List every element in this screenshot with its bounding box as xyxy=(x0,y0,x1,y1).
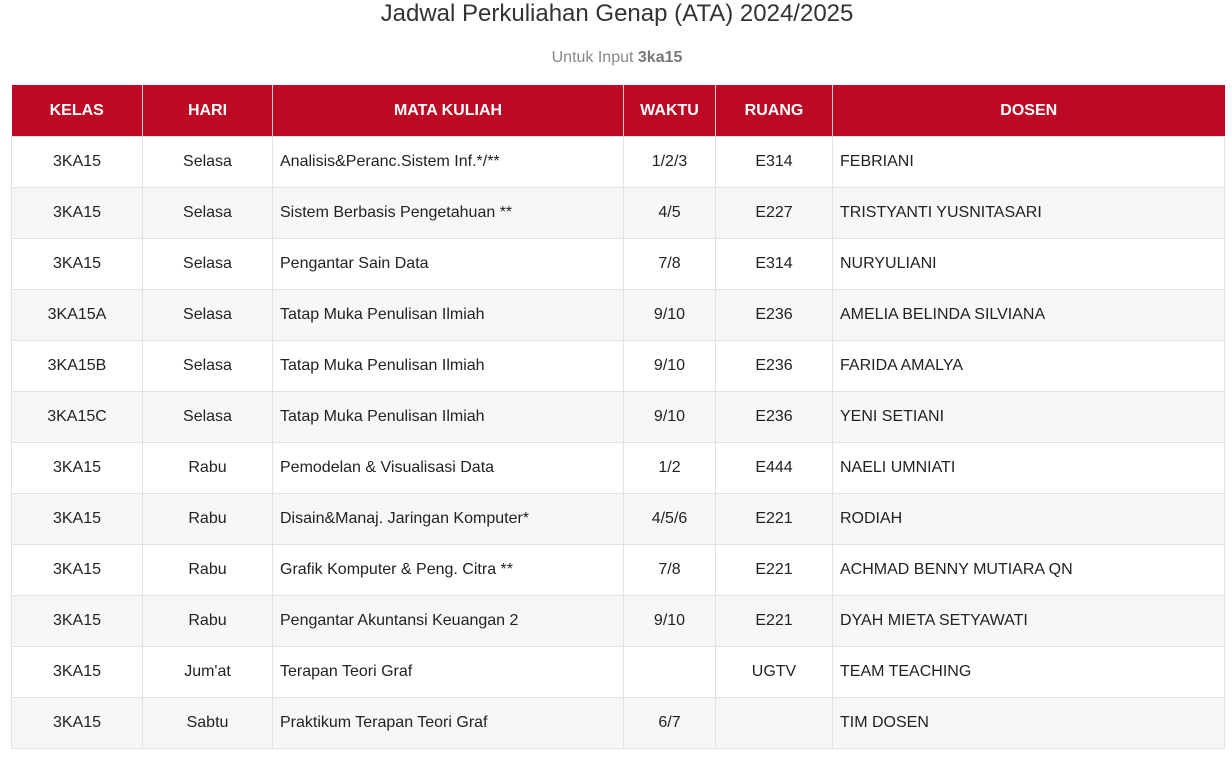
header-kelas: KELAS xyxy=(11,85,143,137)
cell-dosen: NURYULIANI xyxy=(832,238,1225,290)
cell-kelas: 3KA15 xyxy=(11,187,143,239)
cell-waktu: 7/8 xyxy=(623,544,716,596)
table-header: KELAS HARI MATA KULIAH WAKTU RUANG DOSEN xyxy=(11,85,1225,137)
cell-mata-kuliah: Praktikum Terapan Teori Graf xyxy=(272,697,624,749)
cell-waktu: 9/10 xyxy=(623,289,716,341)
header-hari: HARI xyxy=(142,85,273,137)
cell-kelas: 3KA15 xyxy=(11,442,143,494)
cell-waktu: 4/5/6 xyxy=(623,493,716,545)
cell-mata-kuliah: Analisis&Peranc.Sistem Inf.*/** xyxy=(272,136,624,188)
schedule-table: KELAS HARI MATA KULIAH WAKTU RUANG DOSEN… xyxy=(11,85,1225,749)
cell-dosen: TRISTYANTI YUSNITASARI xyxy=(832,187,1225,239)
cell-dosen: TIM DOSEN xyxy=(832,697,1225,749)
cell-hari: Sabtu xyxy=(142,697,273,749)
subtitle-prefix: Untuk Input xyxy=(551,49,634,66)
cell-kelas: 3KA15 xyxy=(11,238,143,290)
cell-mata-kuliah: Terapan Teori Graf xyxy=(272,646,624,698)
cell-dosen: FEBRIANI xyxy=(832,136,1225,188)
cell-mata-kuliah: Pengantar Sain Data xyxy=(272,238,624,290)
cell-hari: Selasa xyxy=(142,340,273,392)
header-dosen: DOSEN xyxy=(832,85,1225,137)
cell-dosen: YENI SETIANI xyxy=(832,391,1225,443)
cell-waktu: 4/5 xyxy=(623,187,716,239)
cell-hari: Rabu xyxy=(142,544,273,596)
table-row: 3KA15 Sabtu Praktikum Terapan Teori Graf 6/… xyxy=(11,697,1225,749)
cell-mata-kuliah: Tatap Muka Penulisan Ilmiah xyxy=(272,391,624,443)
table-row: 3KA15 Selasa Pengantar Sain Data 7/8 E314 NUR… xyxy=(11,238,1225,290)
table-body: 3KA15 Selasa Analisis&Peranc.Sistem Inf.*/… xyxy=(11,136,1225,749)
cell-dosen: TEAM TEACHING xyxy=(832,646,1225,698)
cell-hari: Selasa xyxy=(142,238,273,290)
table-row: 3KA15 Rabu Pemodelan & Visualisasi Data 1/2… xyxy=(11,442,1225,494)
cell-hari: Rabu xyxy=(142,493,273,545)
cell-ruang: E314 xyxy=(715,238,833,290)
cell-mata-kuliah: Disain&Manaj. Jaringan Komputer* xyxy=(272,493,624,545)
cell-waktu: 9/10 xyxy=(623,340,716,392)
cell-dosen: AMELIA BELINDA SILVIANA xyxy=(832,289,1225,341)
table-row: 3KA15C Selasa Tatap Muka Penulisan Ilmiah 9… xyxy=(11,391,1225,443)
cell-ruang: E236 xyxy=(715,340,833,392)
cell-dosen: NAELI UMNIATI xyxy=(832,442,1225,494)
cell-hari: Selasa xyxy=(142,289,273,341)
table-row: 3KA15 Jum'at Terapan Teori Graf UGTV TEAM TE… xyxy=(11,646,1225,698)
cell-waktu: 9/10 xyxy=(623,391,716,443)
cell-mata-kuliah: Tatap Muka Penulisan Ilmiah xyxy=(272,289,624,341)
cell-mata-kuliah: Pengantar Akuntansi Keuangan 2 xyxy=(272,595,624,647)
cell-kelas: 3KA15C xyxy=(11,391,143,443)
cell-mata-kuliah: Grafik Komputer & Peng. Citra ** xyxy=(272,544,624,596)
header-waktu: WAKTU xyxy=(623,85,716,137)
cell-ruang xyxy=(715,697,833,749)
cell-kelas: 3KA15A xyxy=(11,289,143,341)
cell-ruang: E221 xyxy=(715,595,833,647)
table-row: 3KA15 Rabu Pengantar Akuntansi Keuangan 29… xyxy=(11,595,1225,647)
cell-ruang: E227 xyxy=(715,187,833,239)
cell-ruang: E221 xyxy=(715,544,833,596)
cell-ruang: E221 xyxy=(715,493,833,545)
cell-kelas: 3KA15 xyxy=(11,544,143,596)
subtitle-input-value: 3ka15 xyxy=(637,49,683,66)
header-row: KELAS HARI MATA KULIAH WAKTU RUANG DOSEN xyxy=(11,85,1225,137)
table-row: 3KA15A Selasa Tatap Muka Penulisan Ilmiah 9… xyxy=(11,289,1225,341)
cell-hari: Selasa xyxy=(142,391,273,443)
cell-waktu: 6/7 xyxy=(623,697,716,749)
header-mata-kuliah: MATA KULIAH xyxy=(272,85,624,137)
page-title: Jadwal Perkuliahan Genap (ATA) 2024/2025 xyxy=(380,0,854,27)
cell-kelas: 3KA15 xyxy=(11,646,143,698)
cell-kelas: 3KA15 xyxy=(11,595,143,647)
cell-dosen: FARIDA AMALYA xyxy=(832,340,1225,392)
table-row: 3KA15 Rabu Grafik Komputer & Peng. Citra *… xyxy=(11,544,1225,596)
cell-hari: Rabu xyxy=(142,442,273,494)
cell-dosen: RODIAH xyxy=(832,493,1225,545)
cell-kelas: 3KA15B xyxy=(11,340,143,392)
cell-hari: Jum'at xyxy=(142,646,273,698)
table-row: 3KA15B Selasa Tatap Muka Penulisan Ilmiah 9… xyxy=(11,340,1225,392)
cell-waktu: 1/2/3 xyxy=(623,136,716,188)
cell-ruang: E444 xyxy=(715,442,833,494)
cell-kelas: 3KA15 xyxy=(11,493,143,545)
header-ruang: RUANG xyxy=(715,85,833,137)
cell-waktu: 1/2 xyxy=(623,442,716,494)
cell-waktu: 7/8 xyxy=(623,238,716,290)
table-row: 3KA15 Rabu Disain&Manaj. Jaringan Komputer… xyxy=(11,493,1225,545)
cell-ruang: E314 xyxy=(715,136,833,188)
cell-hari: Selasa xyxy=(142,187,273,239)
cell-dosen: ACHMAD BENNY MUTIARA QN xyxy=(832,544,1225,596)
table-row: 3KA15 Selasa Sistem Berbasis Pengetahuan *… xyxy=(11,187,1225,239)
cell-mata-kuliah: Tatap Muka Penulisan Ilmiah xyxy=(272,340,624,392)
cell-kelas: 3KA15 xyxy=(11,697,143,749)
cell-hari: Rabu xyxy=(142,595,273,647)
cell-kelas: 3KA15 xyxy=(11,136,143,188)
cell-ruang: E236 xyxy=(715,391,833,443)
cell-ruang: UGTV xyxy=(715,646,833,698)
table-row: 3KA15 Selasa Analisis&Peranc.Sistem Inf.*/… xyxy=(11,136,1225,188)
cell-mata-kuliah: Pemodelan & Visualisasi Data xyxy=(272,442,624,494)
cell-dosen: DYAH MIETA SETYAWATI xyxy=(832,595,1225,647)
cell-mata-kuliah: Sistem Berbasis Pengetahuan ** xyxy=(272,187,624,239)
cell-waktu xyxy=(623,646,716,698)
cell-ruang: E236 xyxy=(715,289,833,341)
cell-waktu: 9/10 xyxy=(623,595,716,647)
subtitle: Untuk Input 3ka15 xyxy=(0,48,1232,68)
cell-hari: Selasa xyxy=(142,136,273,188)
